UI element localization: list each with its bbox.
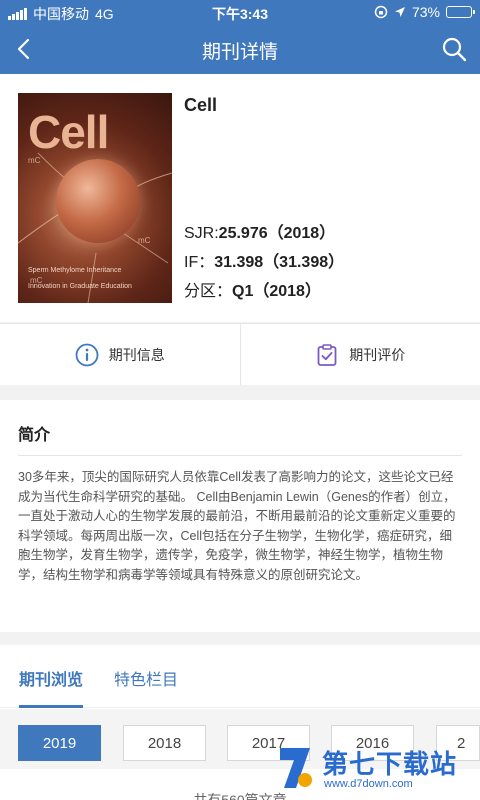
nav-bar: 期刊详情 [0,24,480,74]
sjr-value: 25.976（2018） [218,225,336,242]
watermark-logo-icon [280,748,312,788]
journal-cover[interactable]: Cell mC mC mC Sperm Methylome Inheritanc… [18,93,172,303]
action-row: 期刊信息 期刊评价 [0,323,480,385]
watermark-text: 第七下载站 [322,749,458,779]
intro-section: 简介 30多年来，顶尖的国际研究人员依靠Cell发表了高影响力的论文，这些论文已… [0,400,480,632]
cover-caption-1: Sperm Methylome Inheritance [28,267,122,274]
if-metric: IF：31.398（31.398） [184,248,344,272]
journal-review-button[interactable]: 期刊评价 [239,324,480,385]
status-bar: 中国移动 4G 下午3:43 73% [0,0,480,24]
zone-metric: 分区：Q1（2018） [184,277,321,301]
tab-featured[interactable]: 特色栏目 [114,666,178,690]
svg-text:mC: mC [138,236,151,245]
journal-card: Cell mC mC mC Sperm Methylome Inheritanc… [0,74,480,322]
clipboard-check-icon [317,343,337,366]
status-right: 73% [374,4,475,20]
sjr-metric: SJR:25.976（2018） [184,219,335,243]
svg-text:mC: mC [28,156,41,165]
zone-value: Q1（2018） [232,283,321,300]
cover-caption-2: Innovation in Graduate Education [28,283,132,290]
if-label: IF： [184,254,215,271]
journal-info-button[interactable]: 期刊信息 [0,324,240,385]
browse-tabs: 期刊浏览 特色栏目 [0,645,480,708]
zone-label: 分区： [184,283,233,300]
year-chip[interactable]: 2019 [18,725,101,761]
journal-info-label: 期刊信息 [108,346,165,363]
site-watermark: 第七下载站 www.d7down.com [274,738,474,798]
sjr-label: SJR: [184,225,219,242]
cover-egg-cell [56,159,140,243]
search-icon[interactable] [440,35,468,63]
tab-journal-browse[interactable]: 期刊浏览 [19,666,84,708]
journal-name: Cell [184,95,218,115]
rotation-lock-icon [374,5,388,19]
page-title: 期刊详情 [201,42,278,63]
battery-percent: 73% [411,4,440,20]
battery-icon [446,6,475,18]
intro-text: 30多年来，顶尖的国际研究人员依靠Cell发表了高影响力的论文，这些论文已经成为… [18,470,456,582]
if-value: 31.398（31.398） [214,254,345,271]
watermark-url: www.d7down.com [324,778,413,790]
intro-heading: 简介 [18,400,462,456]
location-icon [394,7,405,17]
info-icon [75,343,99,366]
journal-review-label: 期刊评价 [349,346,406,363]
year-chip[interactable]: 2018 [123,725,206,761]
